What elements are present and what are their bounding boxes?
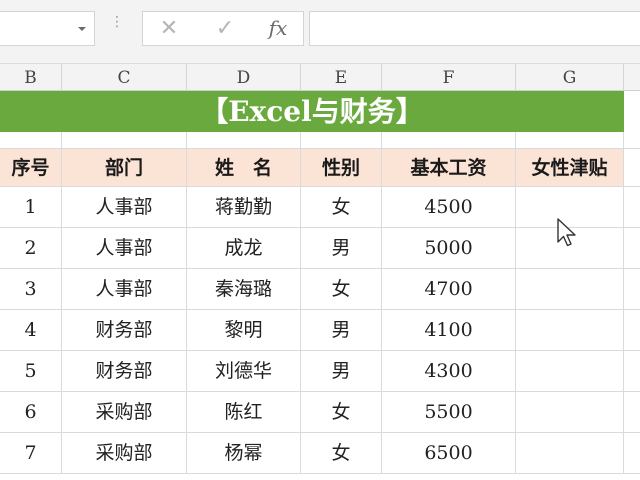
cell-name[interactable]: 秦海璐 (187, 269, 301, 309)
cell-salary[interactable]: 6500 (382, 433, 516, 473)
table-row: 3 人事部 秦海璐 女 4700 (0, 269, 640, 310)
sheet-title[interactable]: 【Excel与财务】 (0, 91, 624, 132)
cell-department[interactable]: 财务部 (62, 351, 187, 391)
cross-icon[interactable]: ✕ (149, 12, 189, 45)
cell-index[interactable]: 4 (0, 310, 62, 350)
cell-gender[interactable]: 男 (301, 228, 382, 268)
table-row: 1 人事部 蒋勤勤 女 4500 (0, 187, 640, 228)
insert-function-button[interactable]: fx (258, 12, 298, 45)
cell-name[interactable]: 刘德华 (187, 351, 301, 391)
cell[interactable] (187, 132, 301, 148)
cell-name[interactable]: 成龙 (187, 228, 301, 268)
cell[interactable] (62, 132, 187, 148)
spacer-row (0, 132, 640, 149)
header-cell-allowance[interactable]: 女性津贴 (516, 149, 624, 186)
cell-department[interactable]: 人事部 (62, 187, 187, 227)
cell-name[interactable]: 黎明 (187, 310, 301, 350)
cell-department[interactable]: 财务部 (62, 310, 187, 350)
column-header-b[interactable]: B (0, 64, 62, 91)
cell-department[interactable]: 采购部 (62, 433, 187, 473)
column-headers: B C D E F G (0, 63, 640, 91)
header-cell-gender[interactable]: 性别 (301, 149, 382, 186)
column-header-d[interactable]: D (187, 64, 301, 91)
cell-salary[interactable]: 4300 (382, 351, 516, 391)
cell-index[interactable]: 1 (0, 187, 62, 227)
cell[interactable] (516, 132, 624, 148)
header-cell-department[interactable]: 部门 (62, 149, 187, 186)
cell-gender[interactable]: 男 (301, 310, 382, 350)
cell-department[interactable]: 人事部 (62, 269, 187, 309)
cell[interactable] (301, 132, 382, 148)
table-row: 4 财务部 黎明 男 4100 (0, 310, 640, 351)
table-row: 6 采购部 陈红 女 5500 (0, 392, 640, 433)
formula-input[interactable] (309, 11, 640, 46)
cell-allowance[interactable] (516, 433, 624, 473)
cell-salary[interactable]: 5500 (382, 392, 516, 432)
mouse-cursor-icon (557, 218, 576, 247)
cell-index[interactable]: 7 (0, 433, 62, 473)
header-cell-salary[interactable]: 基本工资 (382, 149, 516, 186)
cell-index[interactable]: 3 (0, 269, 62, 309)
cell-allowance[interactable] (516, 310, 624, 350)
header-cell-index[interactable]: 序号 (0, 149, 62, 186)
cell-gender[interactable]: 女 (301, 187, 382, 227)
column-header-c[interactable]: C (62, 64, 187, 91)
check-icon[interactable]: ✓ (205, 12, 245, 45)
cell-gender[interactable]: 女 (301, 433, 382, 473)
cell-salary[interactable]: 4500 (382, 187, 516, 227)
cell-name[interactable]: 蒋勤勤 (187, 187, 301, 227)
cell-name[interactable]: 杨幂 (187, 433, 301, 473)
table-header-row: 序号 部门 姓 名 性别 基本工资 女性津贴 (0, 149, 640, 187)
cell-gender[interactable]: 男 (301, 351, 382, 391)
chevron-down-icon[interactable] (78, 27, 86, 31)
more-vertical-icon: ⋮ (110, 14, 124, 30)
cell-salary[interactable]: 4700 (382, 269, 516, 309)
cell-salary[interactable]: 4100 (382, 310, 516, 350)
cell-index[interactable]: 5 (0, 351, 62, 391)
cell-allowance[interactable] (516, 269, 624, 309)
cell-index[interactable]: 6 (0, 392, 62, 432)
cell-gender[interactable]: 女 (301, 269, 382, 309)
column-header-g[interactable]: G (516, 64, 624, 91)
formula-bar: ⋮ ✕ ✓ fx (0, 0, 640, 63)
header-cell-name[interactable]: 姓 名 (187, 149, 301, 186)
cell-index[interactable]: 2 (0, 228, 62, 268)
cell-allowance[interactable] (516, 351, 624, 391)
table-row: 2 人事部 成龙 男 5000 (0, 228, 640, 269)
cell-department[interactable]: 人事部 (62, 228, 187, 268)
column-header-f[interactable]: F (382, 64, 516, 91)
cell-allowance[interactable] (516, 392, 624, 432)
cell[interactable] (0, 132, 62, 148)
cell-gender[interactable]: 女 (301, 392, 382, 432)
column-header-e[interactable]: E (301, 64, 382, 91)
cell-salary[interactable]: 5000 (382, 228, 516, 268)
formula-actions: ✕ ✓ fx (142, 11, 304, 46)
cell[interactable] (382, 132, 516, 148)
cell-department[interactable]: 采购部 (62, 392, 187, 432)
table-row: 7 采购部 杨幂 女 6500 (0, 433, 640, 474)
table-row: 5 财务部 刘德华 男 4300 (0, 351, 640, 392)
cell-name[interactable]: 陈红 (187, 392, 301, 432)
name-box[interactable] (0, 11, 95, 46)
